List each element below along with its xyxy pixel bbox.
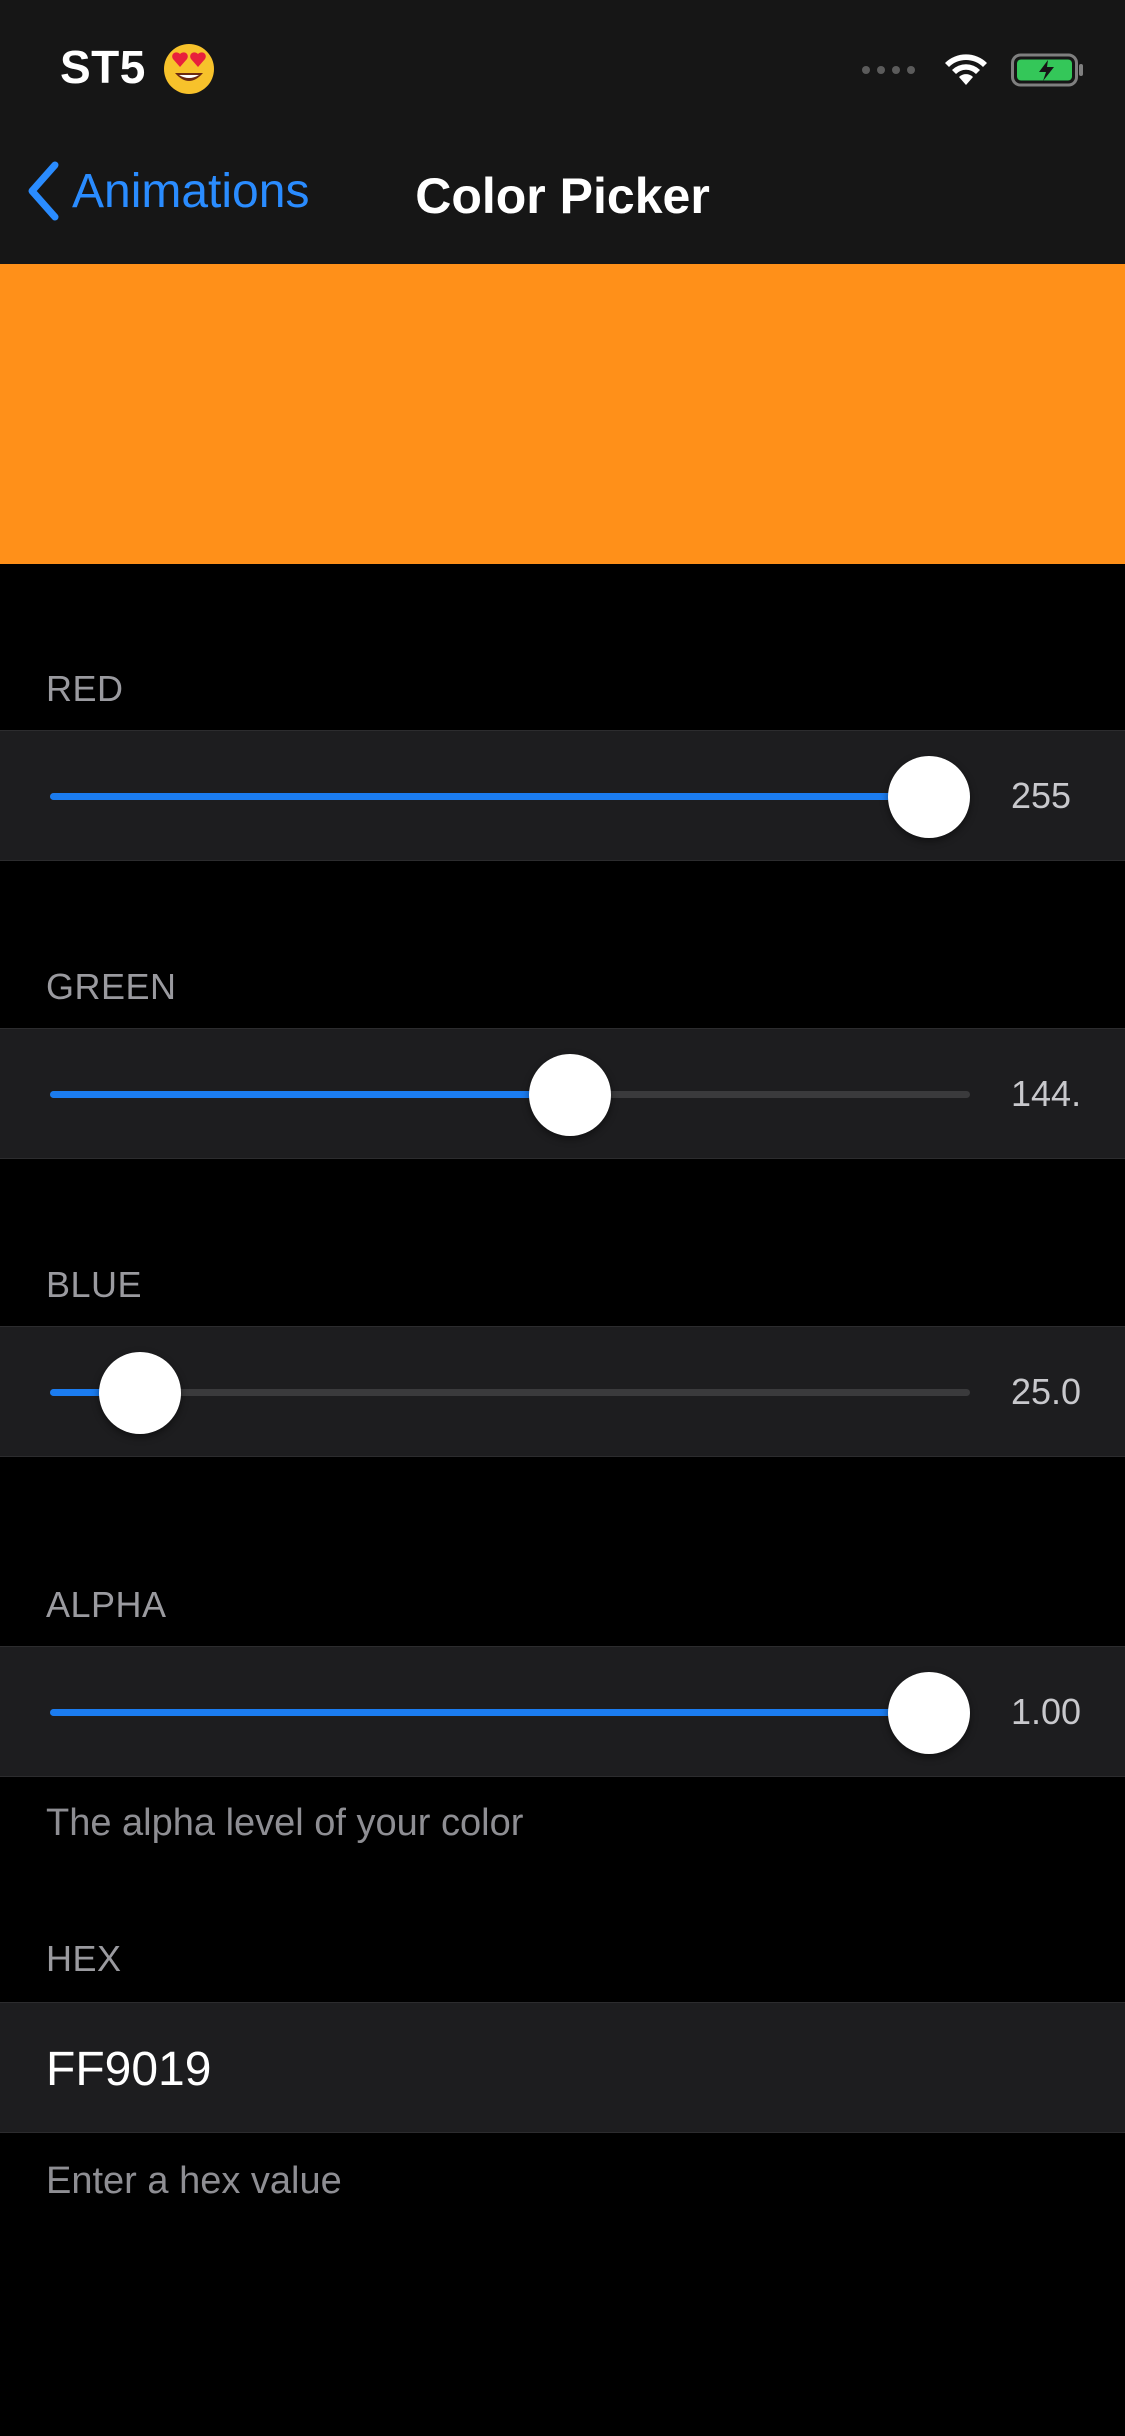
blue-slider-thumb[interactable] [99,1352,181,1434]
heart-eyes-emoji-icon [164,44,214,94]
status-indicators [862,52,1085,88]
hex-input[interactable] [46,2033,1086,2105]
alpha-footer-note: The alpha level of your color [46,1802,524,1844]
alpha-slider-fill [50,1709,970,1716]
green-slider-track [50,1091,970,1098]
green-slider-thumb[interactable] [529,1054,611,1136]
blue-slider-track [50,1389,970,1396]
green-slider-fill [50,1091,570,1098]
page-title: Color Picker [415,168,710,224]
red-section-header: RED [46,668,124,709]
green-section-header: GREEN [46,966,177,1007]
alpha-slider[interactable] [50,1647,970,1778]
cellular-signal-icon [862,66,915,74]
alpha-section-header: ALPHA [46,1584,167,1625]
red-slider-thumb[interactable] [888,756,970,838]
alpha-slider-thumb[interactable] [888,1672,970,1754]
hex-footer-note: Enter a hex value [46,2160,342,2202]
alpha-slider-row: 1.00 [0,1646,1125,1777]
navigation-bar: ST5 Animations Color Picker [0,0,1125,264]
blue-section-header: BLUE [46,1264,143,1305]
red-value: 255 [1011,775,1072,816]
red-slider-fill [50,793,970,800]
green-slider[interactable] [50,1029,970,1160]
wifi-icon [945,54,987,85]
green-slider-row: 144. [0,1028,1125,1159]
blue-slider-row: 25.0 [0,1326,1125,1457]
red-slider-track [50,793,970,800]
battery-charging-icon [1011,53,1083,87]
alpha-slider-track [50,1709,970,1716]
color-preview-swatch [0,264,1125,564]
green-value: 144. [1011,1073,1081,1114]
hex-row [0,2002,1125,2133]
blue-slider[interactable] [50,1327,970,1458]
alpha-value: 1.00 [1011,1691,1081,1732]
status-bar-time: ST5 [60,41,146,93]
blue-value: 25.0 [1011,1371,1081,1412]
red-slider-row: 255 [0,730,1125,861]
hex-section-header: HEX [46,1938,122,1979]
red-slider[interactable] [50,731,970,862]
